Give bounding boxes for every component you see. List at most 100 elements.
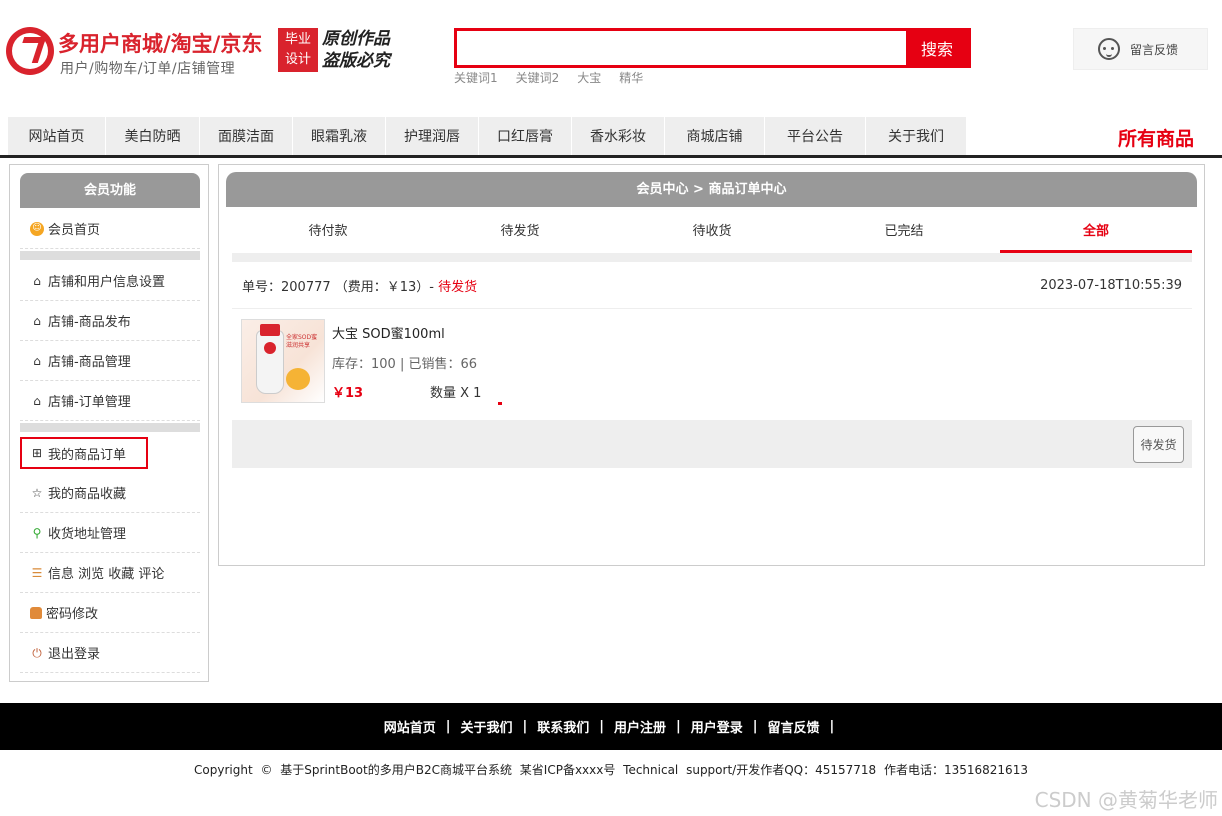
tab-pending-shipment[interactable]: 待发货: [424, 215, 616, 253]
product-image-text: 全家SOD蜜 滋润共享: [286, 334, 318, 349]
hot-keywords: 关键词1 关键词2 大宝 精华: [454, 69, 643, 86]
search-button[interactable]: 搜索: [906, 31, 968, 65]
footer-link-contact[interactable]: 联系我们: [537, 717, 589, 736]
badge-line-2: 设计: [284, 52, 311, 67]
search-box: 搜索: [454, 28, 971, 68]
nav-item-stores[interactable]: 商城店铺: [665, 117, 765, 155]
breadcrumb: 会员中心 > 商品订单中心: [226, 172, 1197, 207]
product-stock: 库存：100 | 已销售：66: [332, 357, 477, 372]
product-price: ￥13: [332, 386, 364, 401]
main-nav: 网站首页 美白防晒 面膜洁面 眼霜乳液 护理润唇 口红唇膏 香水彩妆 商城店铺 …: [8, 117, 967, 155]
nav-item-lip-care[interactable]: 护理润唇: [386, 117, 479, 155]
nav-divider: [0, 155, 1222, 158]
footer-link-register[interactable]: 用户注册: [614, 717, 666, 736]
home-icon: ⌂: [33, 353, 41, 368]
sidebar-separator: [20, 251, 200, 260]
tab-divider: [232, 253, 1192, 262]
badge-line-1: 毕业: [284, 32, 311, 47]
slogan: 原创作品盗版必究: [322, 29, 390, 71]
sidebar-title: 会员功能: [20, 173, 200, 208]
nav-item-perfume[interactable]: 香水彩妆: [572, 117, 665, 155]
home-icon: ⌂: [33, 313, 41, 328]
keyword-link[interactable]: 关键词2: [516, 69, 560, 86]
sidebar-item-label: 收货地址管理: [48, 527, 127, 542]
sidebar-item-label: 我的商品收藏: [48, 487, 127, 502]
pending-shipment-button[interactable]: 待发货: [1133, 426, 1184, 463]
site-subtitle: 用户/购物车/订单/店铺管理: [60, 61, 236, 77]
keyword-link[interactable]: 关键词1: [454, 69, 498, 86]
order-action-bar: 待发货: [232, 420, 1192, 468]
red-marker: [498, 402, 502, 405]
sidebar-item-label: 信息 浏览 收藏 评论: [48, 567, 165, 582]
order-summary: 单号：200777 （费用：￥13）- 待发货: [242, 276, 477, 295]
home-icon: ⌂: [33, 273, 41, 288]
order-tabs: 待付款 待发货 待收货 已完结 全部: [232, 215, 1192, 253]
nav-item-eye-cream[interactable]: 眼霜乳液: [293, 117, 386, 155]
sidebar-item-member-home[interactable]: ☺ 会员首页: [20, 209, 200, 249]
sidebar-item-label: 会员首页: [48, 223, 101, 238]
all-products-link[interactable]: 所有商品: [1118, 124, 1194, 151]
order-header: 单号：200777 （费用：￥13）- 待发货 2023-07-18T10:55…: [232, 262, 1192, 309]
footer-link-home[interactable]: 网站首页: [384, 717, 436, 736]
nav-item-whitening[interactable]: 美白防晒: [106, 117, 200, 155]
sidebar-item-favorites[interactable]: ☆ 我的商品收藏: [20, 473, 200, 513]
order-status: 待发货: [438, 279, 478, 295]
sidebar-item-label: 店铺-商品发布: [48, 315, 131, 330]
star-icon: ☆: [31, 485, 43, 500]
sidebar-item-product-manage[interactable]: ⌂ 店铺-商品管理: [20, 341, 200, 381]
sidebar-separator: [20, 423, 200, 432]
graduation-badge: 毕业 设计: [278, 28, 318, 72]
nav-item-announcements[interactable]: 平台公告: [765, 117, 866, 155]
sidebar-item-address[interactable]: ⚲ 收货地址管理: [20, 513, 200, 553]
member-sidebar: 会员功能 ☺ 会员首页 ⌂ 店铺和用户信息设置 ⌂ 店铺-商品发布 ⌂ 店铺-商…: [9, 164, 209, 682]
customer-service-icon: [1098, 38, 1120, 60]
footer-nav: 网站首页 | 关于我们 | 联系我们 | 用户注册 | 用户登录 | 留言反馈 |: [0, 703, 1222, 750]
footer-link-about[interactable]: 关于我们: [460, 717, 512, 736]
feedback-button[interactable]: 留言反馈: [1073, 28, 1208, 70]
sidebar-item-my-orders[interactable]: ⊞ 我的商品订单: [20, 437, 148, 469]
order-number: 单号：200777 （费用：￥13）-: [242, 279, 434, 295]
sidebar-item-info[interactable]: ☰ 信息 浏览 收藏 评论: [20, 553, 200, 593]
sidebar-item-store-settings[interactable]: ⌂ 店铺和用户信息设置: [20, 261, 200, 301]
logo-icon[interactable]: [6, 27, 54, 75]
map-pin-icon: ⚲: [32, 525, 42, 540]
nav-item-about[interactable]: 关于我们: [866, 117, 967, 155]
tab-pending-payment[interactable]: 待付款: [232, 215, 424, 253]
lock-icon: [30, 606, 42, 619]
nav-item-lipstick[interactable]: 口红唇膏: [479, 117, 572, 155]
footer-link-feedback[interactable]: 留言反馈: [768, 717, 820, 736]
sidebar-item-label: 退出登录: [48, 647, 101, 662]
grid-icon: ⊞: [31, 446, 43, 460]
power-icon: ⏻: [32, 645, 42, 660]
sidebar-item-product-publish[interactable]: ⌂ 店铺-商品发布: [20, 301, 200, 341]
keyword-link[interactable]: 精华: [619, 69, 643, 86]
user-home-icon: ☺: [30, 221, 44, 236]
sidebar-item-label: 店铺和用户信息设置: [48, 275, 166, 290]
sidebar-item-label: 我的商品订单: [48, 447, 127, 463]
sidebar-item-label: 店铺-订单管理: [48, 395, 131, 410]
sidebar-item-store-orders[interactable]: ⌂ 店铺-订单管理: [20, 381, 200, 421]
nav-item-home[interactable]: 网站首页: [8, 117, 106, 155]
product-name[interactable]: 大宝 SOD蜜100ml: [332, 323, 445, 342]
sidebar-item-logout[interactable]: ⏻ 退出登录: [20, 633, 200, 673]
order-time: 2023-07-18T10:55:39: [1040, 277, 1182, 293]
sidebar-item-password[interactable]: 密码修改: [20, 593, 200, 633]
nav-item-mask[interactable]: 面膜洁面: [200, 117, 293, 155]
watermark: CSDN @黄菊华老师: [1034, 788, 1218, 812]
list-icon: ☰: [31, 565, 43, 580]
site-title[interactable]: 多用户商城/淘宝/京东: [58, 28, 262, 58]
tab-pending-receipt[interactable]: 待收货: [616, 215, 808, 253]
footer-link-login[interactable]: 用户登录: [691, 717, 743, 736]
search-input[interactable]: [457, 31, 909, 65]
tab-completed[interactable]: 已完结: [808, 215, 1000, 253]
header: 多用户商城/淘宝/京东 用户/购物车/订单/店铺管理 毕业 设计 原创作品盗版必…: [0, 0, 1222, 112]
sidebar-item-label: 店铺-商品管理: [48, 355, 131, 370]
feedback-label: 留言反馈: [1130, 42, 1179, 57]
sidebar-item-label: 密码修改: [46, 607, 99, 622]
product-quantity: 数量 X 1: [430, 386, 482, 401]
copyright: Copyright © 基于SprintBoot的多用户B2C商城平台系统 某省…: [194, 763, 1028, 777]
tab-all[interactable]: 全部: [1000, 215, 1192, 253]
keyword-link[interactable]: 大宝: [577, 69, 601, 86]
product-image[interactable]: 全家SOD蜜 滋润共享: [241, 319, 325, 403]
order-panel: 会员中心 > 商品订单中心 待付款 待发货 待收货 已完结 全部 单号：2007…: [218, 164, 1205, 566]
